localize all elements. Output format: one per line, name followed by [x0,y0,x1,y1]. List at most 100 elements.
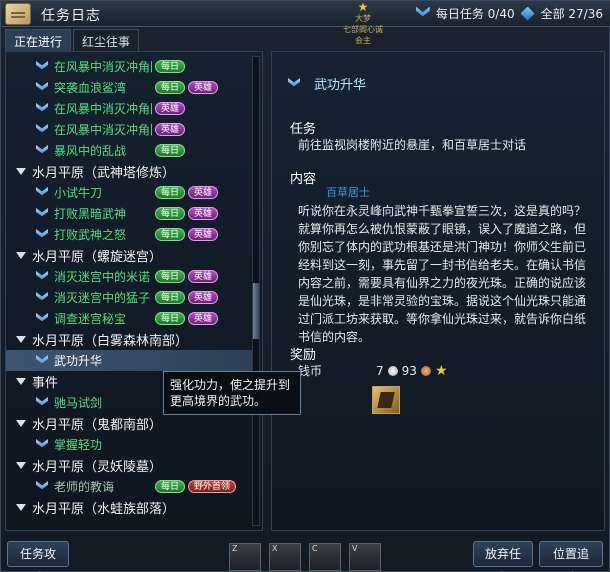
quest-icon [36,481,48,490]
quest-group-label: 水月平原（灵妖陵墓） [32,460,163,475]
hotkey-x[interactable]: X [269,543,301,571]
money-silver: 7 [376,363,384,378]
daily-badge: 每日 [155,144,186,157]
quest-item-label: 小试牛刀 [54,186,103,200]
quest-item[interactable]: 消灭迷宫中的猛子 每日 英雄 [6,287,254,308]
daily-task-count: 每日任务 0/40 [435,7,515,21]
quest-item[interactable]: 暴风中的乱战 每日 [6,140,254,161]
elite-badge: 英雄 [155,123,186,136]
tab-in-progress[interactable]: 正在进行 [5,29,72,51]
hotkey-z[interactable]: Z [229,543,261,571]
content-text: 听说你在永灵峰向武神千甄拳宣誓三次，这是真的吗？就算你再怎么被仇恨蒙蔽了眼镜，误… [298,204,587,344]
quest-icon [36,145,48,154]
quest-item[interactable]: 消灭迷宫中的米诺 每日 英雄 [6,266,254,287]
quest-icon [36,124,48,133]
quest-icon [36,229,48,238]
quest-group-label: 水月平原（武神塔修炼） [32,166,176,181]
daily-badge: 每日 [155,60,186,73]
tab-bar: 正在进行 红尘往事 [5,29,140,51]
npc-badge: ★ 大梦 七部阁心诚会主 [343,1,383,45]
elite-badge: 英雄 [155,102,186,115]
elite-badge: 英雄 [188,312,219,325]
quest-item[interactable]: 调查迷宫秘宝 每日 英雄 [6,308,254,329]
quest-group-header[interactable]: 水月平原（螺旋迷宫） [6,245,254,266]
npc-name[interactable]: 百草居士 [326,184,370,200]
quest-icon [36,292,48,301]
quest-icon [36,187,48,196]
hotkey-v[interactable]: V [349,543,381,571]
quest-item-label: 在风暴中消灭冲角团内务... [54,102,152,116]
collapse-arrow-icon[interactable] [16,252,26,259]
quest-item[interactable]: 武功升华 [6,350,254,371]
daily-badge: 每日 [155,207,186,220]
daily-badge: 每日 [155,291,186,304]
detail-title: 武功升华 [288,74,366,93]
scroll-thumb[interactable] [253,283,259,339]
quest-item-label: 掌握轻功 [54,438,103,452]
elite-badge: 英雄 [188,207,219,220]
collapse-arrow-icon[interactable] [16,168,26,175]
quest-group-header[interactable]: 水月平原（武神塔修炼） [6,161,254,182]
reward-star-icon: ★ [434,362,448,379]
collapse-arrow-icon[interactable] [16,378,26,385]
quest-item-label: 打败黑暗武神 [54,207,127,221]
npc-badge-name: 大梦 [355,14,371,23]
reward-book-icon[interactable] [372,386,400,414]
quest-item[interactable]: 打败黑暗武神 每日 英雄 [6,203,254,224]
track-location-button[interactable]: 位置追踪 [539,541,603,572]
daily-badge: 每日 [155,480,186,493]
silver-coin-icon [387,365,398,376]
daily-task-icon [415,6,430,17]
quest-item[interactable]: 在风暴中消灭冲角团内务...英雄 [6,98,254,119]
elite-badge: 英雄 [188,270,219,283]
quest-icon [36,313,48,322]
quest-item-label: 突袭血浪鲨湾 [54,81,127,95]
quest-list: 在风暴中消灭冲角团合作者每日突袭血浪鲨湾每日英雄在风暴中消灭冲角团内务...英雄… [6,56,254,518]
quest-tooltip: 强化功力，使之提升到更高境界的武功。 [163,371,301,415]
hotkey-bar: Z X C V [229,543,381,571]
quest-group-header[interactable]: 水月平原（鬼都南部） [6,413,254,434]
quest-item-label: 武功升华 [54,354,103,368]
quest-icon [36,355,48,364]
quest-group-label: 水月平原（螺旋迷宫） [32,250,163,265]
quest-icon [36,103,48,112]
quest-item[interactable]: 在风暴中消灭冲角团合作者每日 [6,56,254,77]
abandon-quest-button[interactable]: 放弃任务 [473,541,533,572]
quest-item[interactable]: 小试牛刀 每日 英雄 [6,182,254,203]
quest-item-label: 消灭迷宫中的猛子 [54,291,151,305]
collapse-arrow-icon[interactable] [16,504,26,511]
quest-group-header[interactable]: 水月平原（水蛙族部落） [6,497,254,518]
quest-item[interactable]: 突袭血浪鲨湾 每日 英雄 [6,77,254,98]
quest-group-label: 水月平原（水蛙族部落） [32,502,176,517]
quest-guide-button[interactable]: 任务攻略 [7,541,69,572]
tab-past-events[interactable]: 红尘往事 [73,29,140,51]
quest-group-header[interactable]: 水月平原（灵妖陵墓） [6,455,254,476]
quest-icon [36,397,48,406]
quest-item[interactable]: 掌握轻功 [6,434,254,455]
quest-item[interactable]: 老师的教诲 每日 野外首领 [6,476,254,497]
collapse-arrow-icon[interactable] [16,420,26,427]
collapse-arrow-icon[interactable] [16,462,26,469]
quest-icon [36,61,48,70]
all-task-icon [520,6,535,21]
daily-badge: 每日 [155,81,186,94]
money-copper: 93 [401,363,417,378]
daily-badge: 每日 [155,186,186,199]
quest-item[interactable]: 打败武神之怒 每日 英雄 [6,224,254,245]
npc-badge-sub: 七部阁心诚会主 [343,25,383,45]
scroll-icon [5,3,31,25]
hotkey-c[interactable]: C [309,543,341,571]
quest-item[interactable]: 在风暴中消灭冲角团队长英雄 [6,119,254,140]
quest-icon [36,208,48,217]
quest-item-label: 在风暴中消灭冲角团合作者 [54,60,152,74]
collapse-arrow-icon[interactable] [16,336,26,343]
quest-group-header[interactable]: 水月平原（白雾森林南部） [6,329,254,350]
quest-list-scrollbar[interactable] [252,56,260,526]
quest-detail-panel: 武功升华 任务 前往监视岗楼附近的悬崖，和百草居士对话 内容 百草居士 听说你在… [271,51,605,531]
quest-list-panel: 在风暴中消灭冲角团合作者每日突袭血浪鲨湾每日英雄在风暴中消灭冲角团内务...英雄… [5,51,263,531]
quest-item-label: 驰马试剑 [54,396,103,410]
copper-coin-icon [420,365,431,376]
money-label: 钱币 [298,364,323,378]
title-bar[interactable]: 任务日志 ★ 大梦 七部阁心诚会主 每日任务 0/40 全部 27/36 [1,1,610,45]
quest-item-label: 消灭迷宫中的米诺 [54,270,151,284]
